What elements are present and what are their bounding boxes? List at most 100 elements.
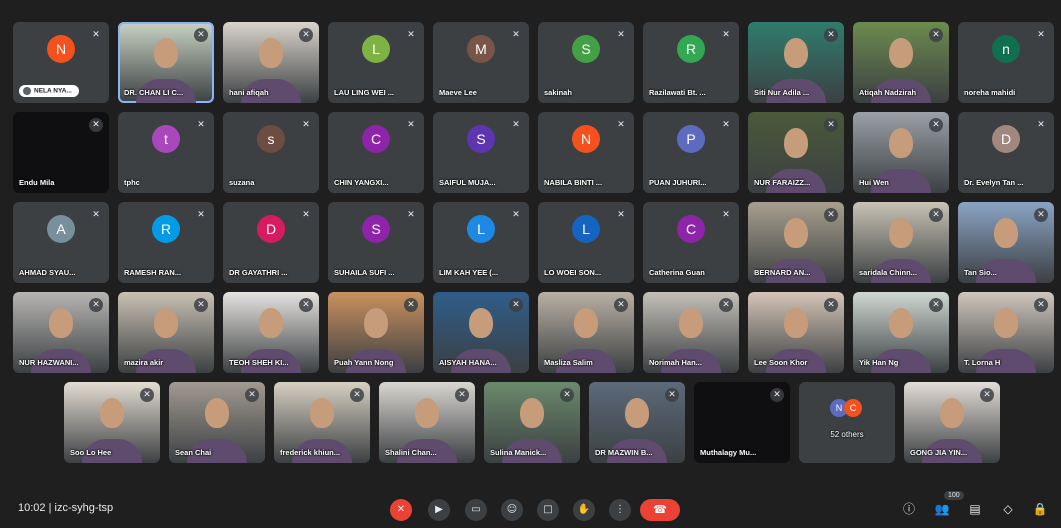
participant-video xyxy=(625,398,649,428)
participant-name: Hui Wen xyxy=(859,178,889,187)
participant-tile[interactable]: D ✕ Dr. Evelyn Tan ... xyxy=(958,112,1054,193)
activities-icon[interactable]: ◇ xyxy=(999,500,1017,518)
info-icon[interactable]: ⓘ xyxy=(900,500,918,518)
mic-muted-icon: ✕ xyxy=(929,118,943,132)
participant-name: mazira akir xyxy=(124,358,164,367)
participant-tile[interactable]: C ✕ Catherina Guan xyxy=(643,202,739,283)
mic-muted-icon: ✕ xyxy=(929,298,943,312)
participant-tile[interactable]: ✕ Tan Sio... xyxy=(958,202,1054,283)
participant-tile[interactable]: L ✕ LO WOEI SON... xyxy=(538,202,634,283)
participant-video xyxy=(679,308,703,338)
participant-tile[interactable]: ✕ Atiqah Nadzirah xyxy=(853,22,949,103)
participant-tile[interactable]: D ✕ DR GAYATHRI ... xyxy=(223,202,319,283)
participant-tile[interactable]: ✕ hani afiqah xyxy=(223,22,319,103)
mic-muted-icon: ✕ xyxy=(929,28,943,42)
participant-tile[interactable]: ✕ DR. CHAN LI C... xyxy=(118,22,214,103)
participant-name: Puah Yann Nong xyxy=(334,358,394,367)
participant-tile[interactable]: ✕ GONG JIA YIN... xyxy=(904,382,1000,463)
participant-tile[interactable]: ✕ NUR HAZWANI... xyxy=(13,292,109,373)
participant-video xyxy=(259,38,283,68)
avatar: n xyxy=(992,35,1020,63)
participant-tile[interactable]: M ✕ Maeve Lee xyxy=(433,22,529,103)
participant-name: Tan Sio... xyxy=(964,268,997,277)
participant-video xyxy=(889,38,913,68)
participant-name: RAMESH RAN... xyxy=(124,268,182,277)
captions-button[interactable]: ▭ xyxy=(465,499,487,521)
participant-tile[interactable]: ✕ Soo Lo Hee xyxy=(64,382,160,463)
participant-tile[interactable]: N ✕ NABILA BINTI ... xyxy=(538,112,634,193)
participant-tile[interactable]: ✕ Yik Han Ng xyxy=(853,292,949,373)
participant-tile[interactable]: ✕ DR MAZWIN B... xyxy=(589,382,685,463)
present-button[interactable]: □ xyxy=(537,499,559,521)
participant-tile[interactable]: ✕ Hui Wen xyxy=(853,112,949,193)
participant-tile[interactable]: ✕ Sean Chai xyxy=(169,382,265,463)
participant-video xyxy=(889,308,913,338)
participant-tile[interactable]: ✕ Puah Yann Nong xyxy=(328,292,424,373)
participant-tile[interactable]: n ✕ noreha mahidi xyxy=(958,22,1054,103)
participant-grid: N ✕ NELA NYA... ✕ DR. CHAN LI C... ✕ hani afiq… xyxy=(0,0,1061,490)
participant-tile[interactable]: t ✕ tphc xyxy=(118,112,214,193)
mic-muted-icon: ✕ xyxy=(245,388,259,402)
participant-name: suzana xyxy=(229,178,255,187)
participant-tile[interactable]: ✕ mazira akir xyxy=(118,292,214,373)
participant-tile[interactable]: ✕ TEOH SHEH KI... xyxy=(223,292,319,373)
mic-muted-icon: ✕ xyxy=(509,298,523,312)
participant-video xyxy=(784,308,808,338)
mic-muted-icon: ✕ xyxy=(509,28,523,42)
participant-tile[interactable]: ✕ T. Lorna H xyxy=(958,292,1054,373)
mic-muted-icon: ✕ xyxy=(614,208,628,222)
people-icon[interactable]: 👥 xyxy=(933,500,951,518)
participant-tile[interactable]: S ✕ sakinah xyxy=(538,22,634,103)
chat-icon[interactable]: ▤ xyxy=(966,500,984,518)
host-controls-icon[interactable]: 🔒 xyxy=(1031,500,1049,518)
mic-muted-icon: ✕ xyxy=(980,388,994,402)
participant-name: Endu Mila xyxy=(19,178,55,187)
participant-tile[interactable]: ✕ frederick khiun... xyxy=(274,382,370,463)
participant-tile[interactable]: ✕ AISYAH HANA... xyxy=(433,292,529,373)
participant-tile[interactable]: ✕ Siti Nur Adila ... xyxy=(748,22,844,103)
avatar: N xyxy=(47,35,75,63)
participant-name: SUHAILA SUFI ... xyxy=(334,268,395,277)
participant-tile[interactable]: P ✕ PUAN JUHURI... xyxy=(643,112,739,193)
participant-tile[interactable]: ✕ Lee Soon Khor xyxy=(748,292,844,373)
participant-tile[interactable]: S ✕ SUHAILA SUFI ... xyxy=(328,202,424,283)
participant-tile[interactable]: A ✕ AHMAD SYAU... xyxy=(13,202,109,283)
participant-tile[interactable]: ✕ Shalini Chan... xyxy=(379,382,475,463)
avatar: R xyxy=(677,35,705,63)
participant-tile[interactable]: ✕ Masliza Salim xyxy=(538,292,634,373)
mic-muted-icon: ✕ xyxy=(614,28,628,42)
participant-name: DR GAYATHRI ... xyxy=(229,268,288,277)
participant-tile[interactable]: R ✕ Razilawati Bt. ... xyxy=(643,22,739,103)
participant-tile[interactable]: s ✕ suzana xyxy=(223,112,319,193)
participant-name: DR. CHAN LI C... xyxy=(124,88,184,97)
raise-hand-button[interactable]: ✋ xyxy=(573,499,595,521)
participant-tile[interactable]: L ✕ LAU LING WEI ... xyxy=(328,22,424,103)
mic-off-button[interactable]: ✕ xyxy=(390,499,412,521)
meeting-info: 10:02 | izc-syhg-tsp xyxy=(18,502,114,514)
participant-tile[interactable]: ✕ Endu Mila xyxy=(13,112,109,193)
participant-tile[interactable]: ✕ saridala Chinn... xyxy=(853,202,949,283)
mic-muted-icon: ✕ xyxy=(89,118,103,132)
participant-tile[interactable]: N ✕ NELA NYA... xyxy=(13,22,109,103)
participant-name: hani afiqah xyxy=(229,88,269,97)
participant-name: SAIFUL MUJA... xyxy=(439,178,496,187)
participant-video xyxy=(469,308,493,338)
participant-video xyxy=(415,398,439,428)
participant-tile[interactable]: R ✕ RAMESH RAN... xyxy=(118,202,214,283)
participant-tile[interactable]: C ✕ CHIN YANGXI... xyxy=(328,112,424,193)
participant-tile[interactable]: S ✕ SAIFUL MUJA... xyxy=(433,112,529,193)
participant-tile[interactable]: ✕ NUR FARAIZZ... xyxy=(748,112,844,193)
participant-tile[interactable]: ✕ BERNARD AN... xyxy=(748,202,844,283)
participant-tile[interactable]: L ✕ LIM KAH YEE (... xyxy=(433,202,529,283)
leave-call-button[interactable]: ☎ xyxy=(640,499,680,521)
participant-tile[interactable]: ✕ Sulina Manick... xyxy=(484,382,580,463)
participant-name: Masliza Salim xyxy=(544,358,593,367)
avatar: R xyxy=(152,215,180,243)
emoji-button[interactable]: ☺ xyxy=(501,499,523,521)
participant-tile[interactable]: ✕ Norimah Han... xyxy=(643,292,739,373)
mic-muted-icon: ✕ xyxy=(824,118,838,132)
participant-tile[interactable]: ✕ Muthalagy Mu... xyxy=(694,382,790,463)
more-options-button[interactable]: ⋮ xyxy=(609,499,631,521)
camera-button[interactable]: ▶ xyxy=(428,499,450,521)
participant-tile[interactable]: N C 52 others xyxy=(799,382,895,463)
